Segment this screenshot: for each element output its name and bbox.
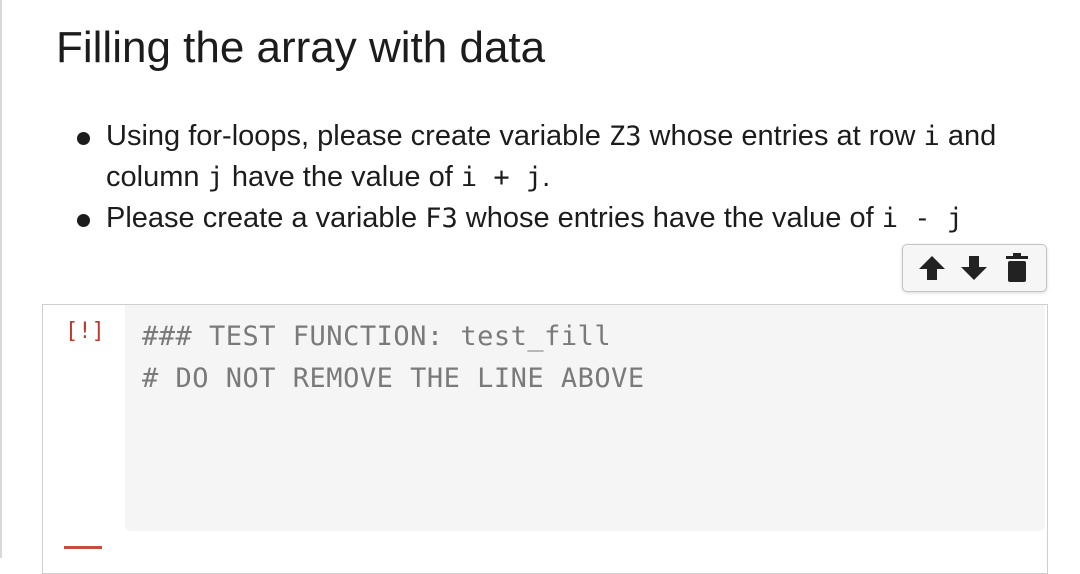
list-item: Please create a variable F3 whose entrie… [77, 198, 1021, 239]
code-line: # DO NOT REMOVE THE LINE ABOVE [142, 363, 645, 394]
move-down-button[interactable] [956, 250, 992, 286]
trash-icon [1005, 253, 1028, 282]
inline-code-i-minus-j: i - j [881, 203, 963, 234]
arrow-up-icon [919, 256, 946, 280]
cell-left-border [0, 0, 2, 558]
code-editor[interactable]: ### TEST FUNCTION: test_fill # DO NOT RE… [125, 305, 1045, 531]
delete-cell-button[interactable] [999, 250, 1035, 286]
list-item: Using for-loops, please create variable … [77, 116, 1021, 198]
move-up-button[interactable] [914, 250, 950, 286]
code-line: ### TEST FUNCTION: test_fill [142, 321, 612, 352]
inline-code-z3: Z3 [608, 121, 642, 152]
next-cell-prompt [64, 546, 102, 553]
inline-code-j: j [207, 162, 224, 193]
inline-code-f3: F3 [425, 203, 458, 234]
inline-code-i-plus-j: i + j [460, 162, 543, 193]
cell-toolbar [902, 244, 1047, 292]
inline-code-i: i [923, 121, 940, 152]
execution-prompt: [!] [65, 319, 105, 344]
section-heading: Filling the array with data [56, 23, 546, 72]
code-cell[interactable]: [!] ### TEST FUNCTION: test_fill # DO NO… [42, 304, 1048, 574]
arrow-down-icon [961, 256, 988, 280]
instruction-list: Using for-loops, please create variable … [77, 116, 1021, 239]
